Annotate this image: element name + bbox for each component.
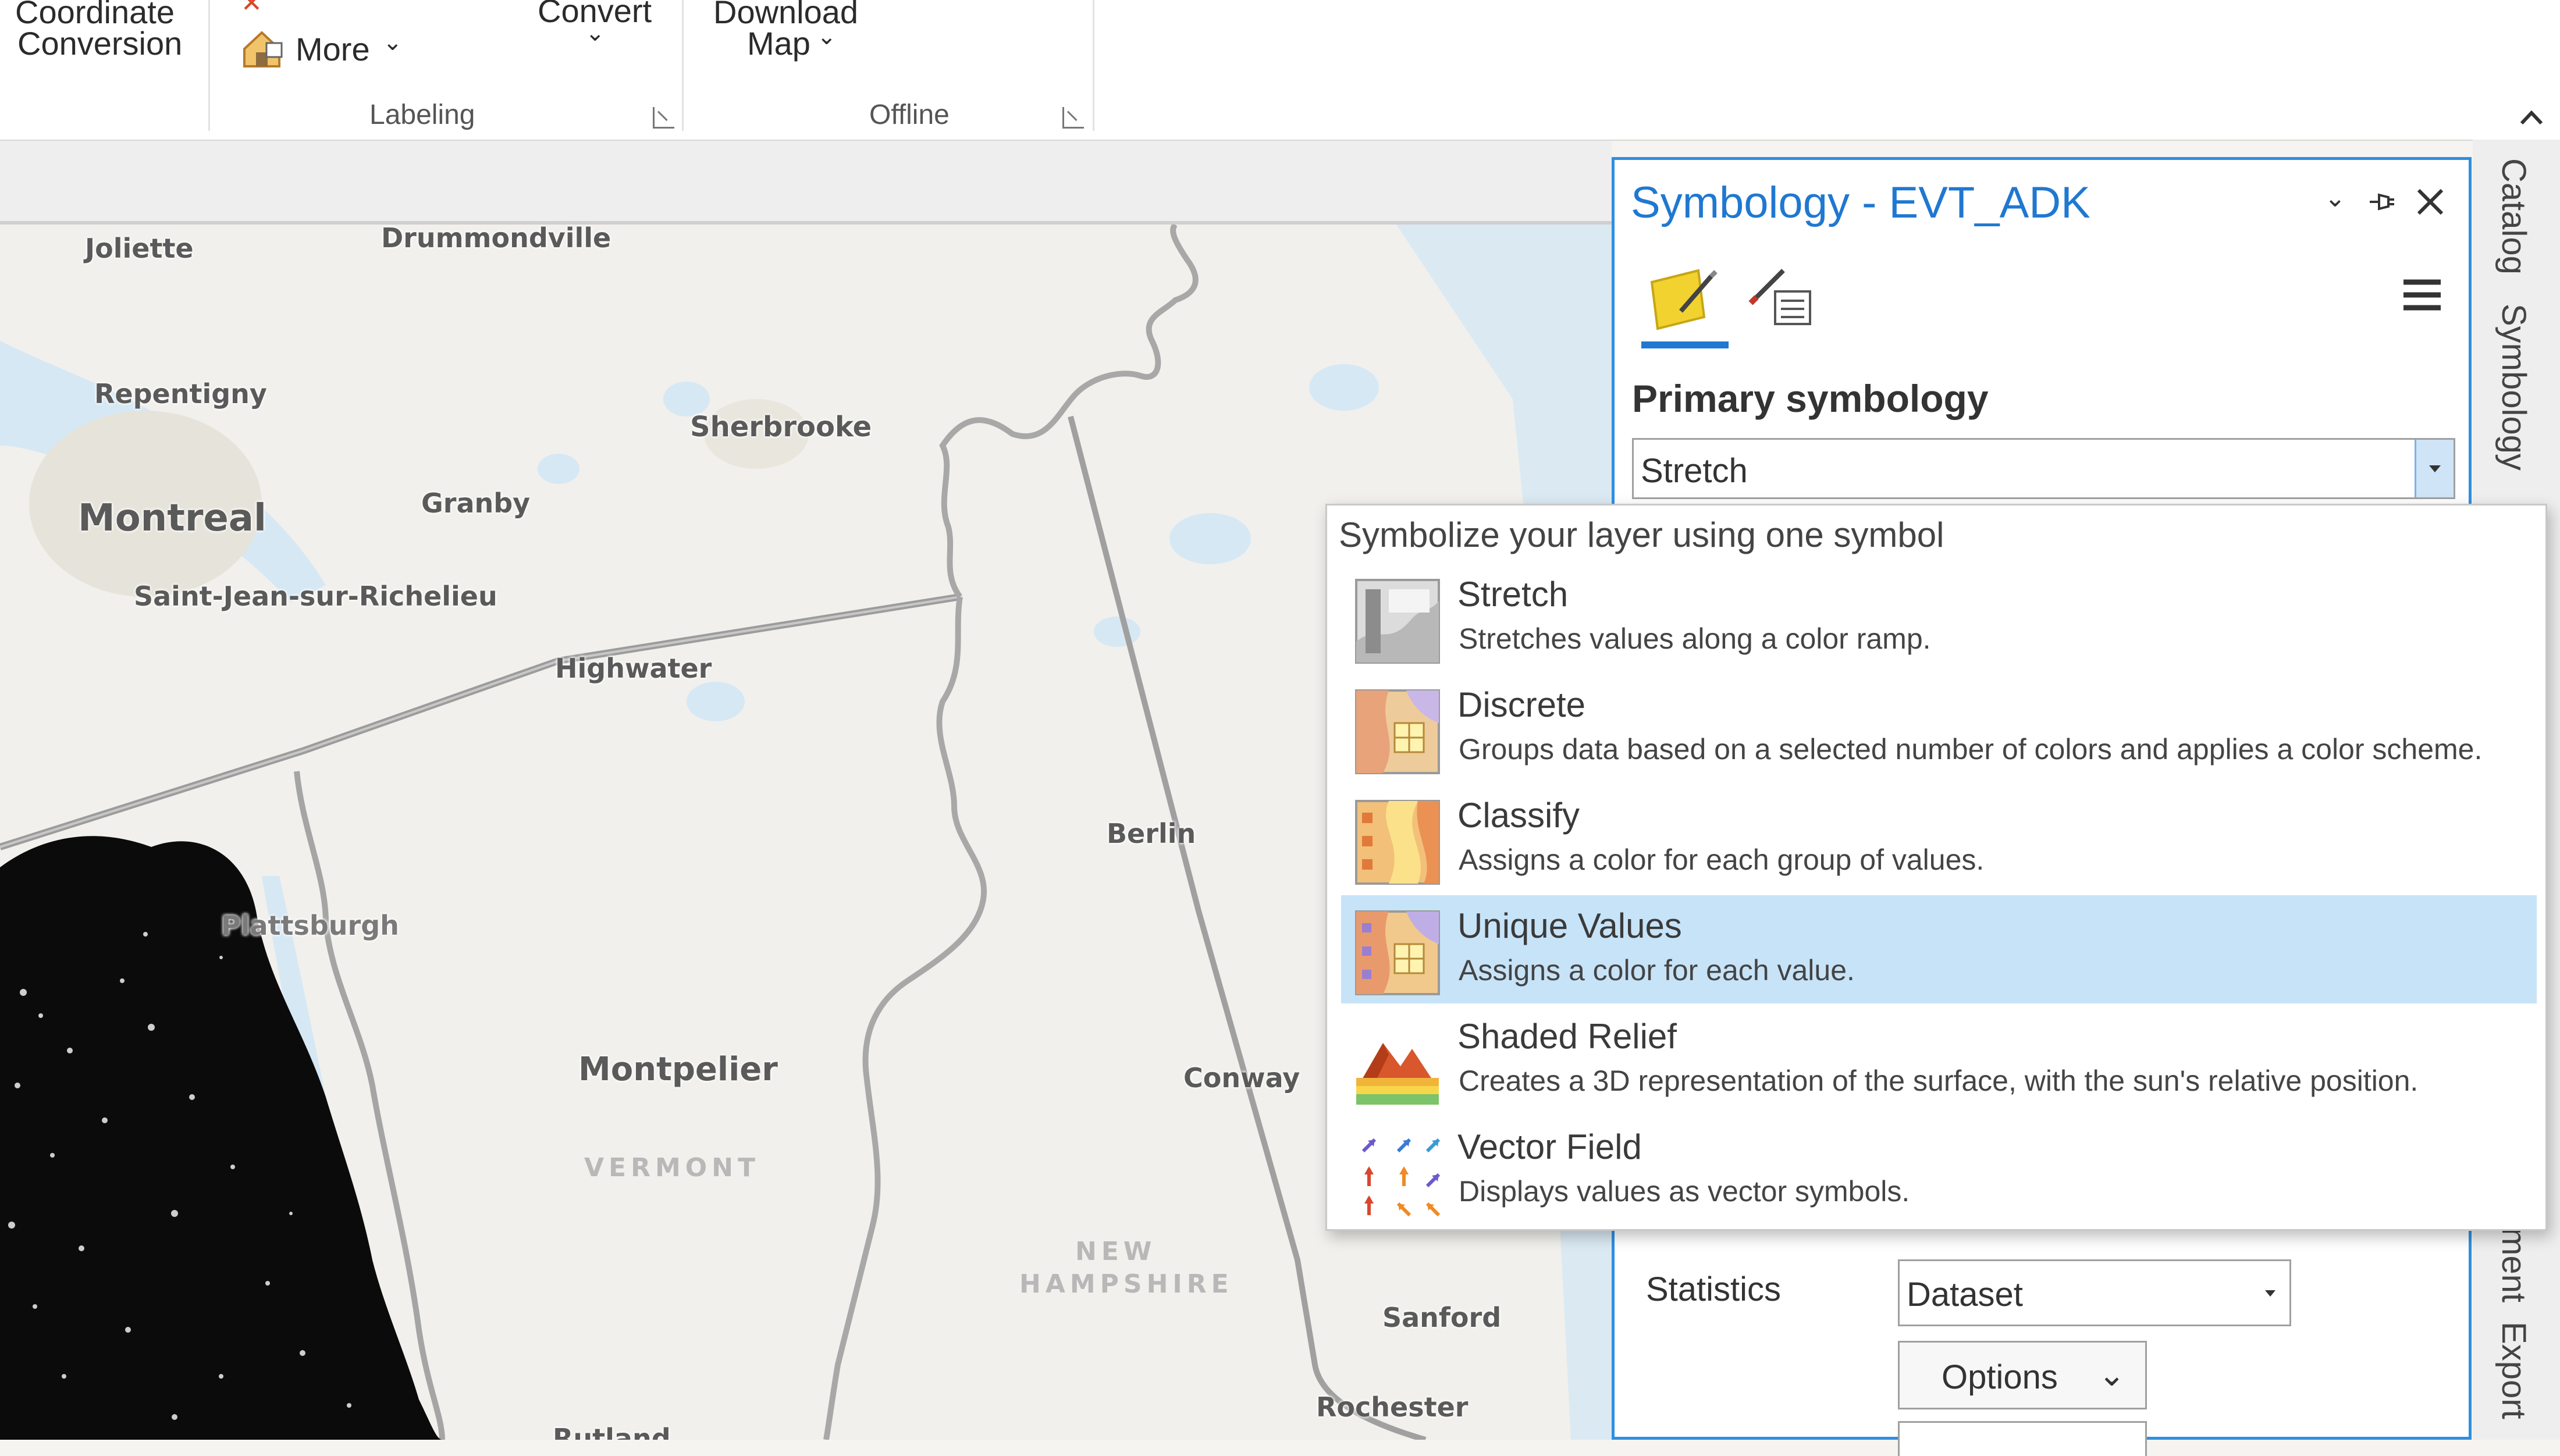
map-label-sherbrooke: Sherbrooke bbox=[690, 411, 872, 443]
dropdown-item-title: Unique Values bbox=[1457, 906, 1682, 945]
dropdown-item-description: Creates a 3D representation of the surfa… bbox=[1459, 1065, 2419, 1097]
dropdown-item-shaded-relief[interactable]: Shaded Relief Creates a 3D representatio… bbox=[1341, 1006, 2537, 1114]
map-label-montpelier: Montpelier bbox=[578, 1051, 778, 1088]
chevron-down-icon: ⌄ bbox=[817, 24, 837, 49]
ribbon-separator bbox=[682, 0, 684, 131]
map-label-montreal: Montreal bbox=[78, 497, 266, 540]
ribbon-separator bbox=[208, 0, 210, 131]
vary-symbology-tab-icon[interactable] bbox=[1743, 259, 1818, 334]
primary-symbology-label: Primary symbology bbox=[1632, 377, 1989, 420]
classify-icon bbox=[1355, 800, 1440, 885]
more-labeling-icon bbox=[243, 31, 283, 67]
labeling-dialog-launcher-icon[interactable] bbox=[653, 107, 674, 129]
dropdown-item-title: Classify bbox=[1457, 796, 1580, 835]
statistics-value: Dataset bbox=[1907, 1276, 2023, 1313]
stretch-icon bbox=[1355, 579, 1440, 664]
more-button[interactable]: More ⌄ bbox=[240, 26, 408, 72]
dropdown-item-title: Vector Field bbox=[1457, 1127, 1642, 1166]
partial-input-field[interactable] bbox=[1898, 1421, 2147, 1456]
map-label-sanford: Sanford bbox=[1382, 1302, 1502, 1333]
map-label-rochester: Rochester bbox=[1316, 1391, 1469, 1423]
offline-group-label: Offline bbox=[869, 99, 950, 130]
dropdown-arrow-icon[interactable] bbox=[2415, 440, 2454, 497]
statistics-dropdown[interactable]: Dataset bbox=[1898, 1259, 2291, 1326]
map-label-plattsburgh: Plattsburgh bbox=[221, 910, 399, 941]
dropdown-item-description: Stretches values along a color ramp. bbox=[1459, 622, 1931, 655]
map-label-vermont: VERMONT bbox=[584, 1153, 760, 1183]
symbology-type-dropdown-list: Symbolize your layer using one symbol St… bbox=[1325, 504, 2547, 1231]
map-label-highwater: Highwater bbox=[555, 653, 712, 684]
primary-symbology-value: Stretch bbox=[1641, 452, 1748, 490]
active-tab-indicator bbox=[1641, 341, 1729, 348]
dropdown-item-classify[interactable]: Classify Assigns a color for each group … bbox=[1341, 785, 2537, 893]
ribbon-separator bbox=[1093, 0, 1094, 131]
map-label-new-hampshire-line2: HAMPSHIRE bbox=[1019, 1269, 1233, 1299]
tab-element-partial[interactable]: ment bbox=[2494, 1227, 2533, 1302]
dropdown-item-title: Stretch bbox=[1457, 575, 1569, 614]
primary-symbology-dropdown[interactable]: Stretch bbox=[1632, 438, 2455, 499]
dropdown-item-title: Shaded Relief bbox=[1457, 1017, 1677, 1056]
dropdown-item-vector-field[interactable]: Vector Field Displays values as vector s… bbox=[1341, 1116, 2537, 1224]
options-label: Options bbox=[1942, 1358, 2058, 1396]
shaded-relief-icon bbox=[1356, 1043, 1439, 1105]
chevron-down-icon: ⌄ bbox=[2098, 1356, 2125, 1393]
more-label: More bbox=[296, 31, 370, 67]
dropdown-item-description: Assigns a color for each value. bbox=[1459, 954, 1855, 987]
dropdown-item-discrete[interactable]: Discrete Groups data based on a selected… bbox=[1341, 674, 2537, 782]
offline-dialog-launcher-icon[interactable] bbox=[1062, 107, 1084, 129]
map-label-joliette: Joliette bbox=[85, 233, 194, 264]
map-view-header bbox=[0, 141, 1612, 225]
dropdown-item-description: Assigns a color for each group of values… bbox=[1459, 843, 1985, 876]
dropdown-item-unique-values[interactable]: Unique Values Assigns a color for each v… bbox=[1341, 895, 2537, 1003]
unique-values-icon bbox=[1355, 910, 1440, 995]
labeling-group-label: Labeling bbox=[369, 99, 475, 130]
pin-icon[interactable] bbox=[2365, 186, 2398, 218]
coordinate-conversion-label-2: Conversion bbox=[17, 25, 183, 62]
ribbon: Coordinate Conversion ✕ More ⌄ Convert ⌄… bbox=[0, 0, 2560, 141]
discrete-icon bbox=[1355, 689, 1440, 774]
labeling-partial-icon: ✕ bbox=[241, 0, 262, 17]
coordinate-conversion-button[interactable]: Coordinate Conversion bbox=[12, 0, 198, 69]
map-label-rutland: Rutland bbox=[553, 1423, 671, 1440]
dropdown-item-title: Discrete bbox=[1457, 685, 1586, 724]
map-label-saint-jean: Saint-Jean-sur-Richelieu bbox=[134, 581, 497, 612]
map-label-drummondville: Drummondville bbox=[381, 225, 611, 254]
dropdown-item-stretch[interactable]: Stretch Stretches values along a color r… bbox=[1341, 564, 2537, 672]
dropdown-item-description: Displays values as vector symbols. bbox=[1459, 1175, 1910, 1208]
pane-title: Symbology - EVT_ADK bbox=[1631, 178, 2090, 227]
map-label-berlin: Berlin bbox=[1107, 818, 1196, 849]
dropdown-header: Symbolize your layer using one symbol bbox=[1339, 515, 1944, 554]
hamburger-menu-icon[interactable] bbox=[2401, 276, 2443, 314]
map-label-conway: Conway bbox=[1183, 1062, 1300, 1094]
chevron-down-icon: ⌄ bbox=[585, 20, 605, 46]
convert-button[interactable]: Convert ⌄ bbox=[535, 0, 663, 67]
download-map-label-2: Map bbox=[747, 25, 810, 62]
tab-catalog[interactable]: Catalog bbox=[2494, 158, 2533, 275]
pane-options-chevron-icon[interactable]: ⌄ bbox=[2324, 183, 2346, 213]
collapse-ribbon-icon[interactable] bbox=[2517, 102, 2546, 131]
tab-symbology[interactable]: Symbology bbox=[2494, 304, 2533, 471]
options-button[interactable]: Options ⌄ bbox=[1898, 1341, 2147, 1409]
chevron-down-icon: ⌄ bbox=[383, 30, 403, 55]
dropdown-item-description: Groups data based on a selected number o… bbox=[1459, 733, 2483, 766]
map-label-new-hampshire-line1: NEW bbox=[1075, 1237, 1157, 1266]
close-icon[interactable] bbox=[2413, 184, 2448, 219]
vector-field-icon bbox=[1361, 1138, 1441, 1217]
tab-export[interactable]: Export bbox=[2494, 1322, 2533, 1419]
download-map-button[interactable]: Download Map ⌄ bbox=[710, 0, 908, 69]
statistics-label: Statistics bbox=[1646, 1270, 1782, 1308]
map-label-repentigny: Repentigny bbox=[94, 378, 267, 410]
map-label-granby: Granby bbox=[421, 487, 531, 519]
primary-symbology-tab-icon[interactable] bbox=[1646, 259, 1722, 334]
